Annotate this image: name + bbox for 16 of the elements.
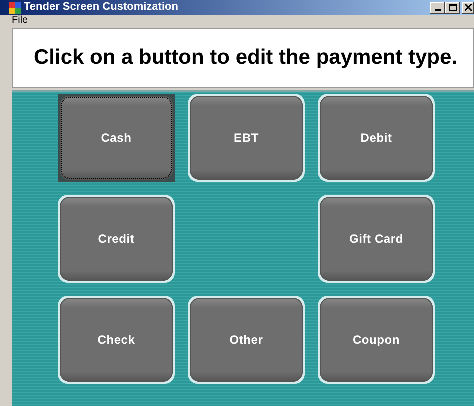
payment-type-button[interactable]: Other [190,298,303,382]
app-icon [9,2,21,14]
window-title: Tender Screen Customization [24,2,178,13]
payment-type-button[interactable]: Credit [60,197,173,281]
menu-item[interactable]: File [12,16,28,26]
payment-type-button[interactable]: Coupon [320,298,433,382]
payment-type-button[interactable]: EBT [190,96,303,180]
payment-type-button[interactable]: Cash [60,96,173,180]
minimize-button[interactable] [430,2,445,14]
close-button[interactable] [462,2,474,14]
payment-type-button[interactable]: Debit [320,96,433,180]
instruction-text: Click on a button to edit the payment type. [34,45,458,72]
maximize-button[interactable] [445,2,460,14]
close-icon [464,4,472,11]
payment-type-button[interactable]: Check [60,298,173,382]
payment-type-button[interactable]: Gift Card [320,197,433,281]
